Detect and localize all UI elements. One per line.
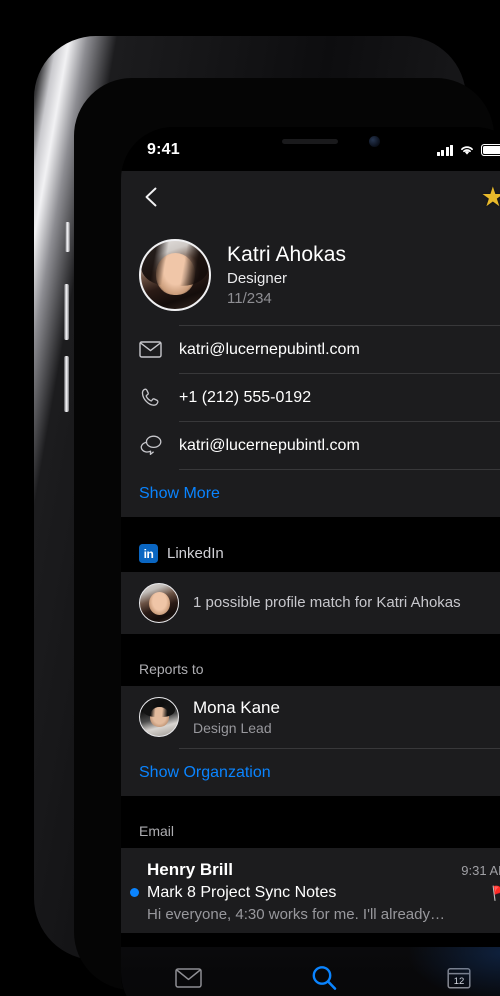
tab-bar: 12 xyxy=(121,947,500,996)
manager-role: Design Lead xyxy=(193,720,272,736)
screenshot-root: 9:41 ★ Katri Ahokas Designer 11/234 katr… xyxy=(0,0,500,996)
navigation-bar: ★ xyxy=(121,171,500,223)
show-more-label: Show More xyxy=(139,484,220,502)
linkedin-match-avatar xyxy=(139,583,179,623)
favorite-star-icon[interactable]: ★ xyxy=(481,183,500,211)
red-flag-icon[interactable]: 🚩 xyxy=(492,885,500,902)
volume-up-button[interactable] xyxy=(64,284,69,340)
linkedin-card: 1 possible profile match for Katri Ahoka… xyxy=(121,572,500,634)
back-button[interactable] xyxy=(139,184,165,210)
unread-dot xyxy=(130,888,139,897)
linkedin-profile-match-row[interactable]: 1 possible profile match for Katri Ahoka… xyxy=(121,572,500,634)
contact-header: Katri Ahokas Designer 11/234 xyxy=(121,223,500,325)
status-bar-indicators xyxy=(436,144,500,156)
reports-to-section-label: Reports to xyxy=(121,648,500,686)
email-subject: Mark 8 Project Sync Notes xyxy=(147,884,337,901)
phone-icon xyxy=(139,387,179,409)
reports-to-card: Mona Kane Design Lead › Show Organzation… xyxy=(121,686,500,796)
envelope-icon xyxy=(139,341,179,358)
front-camera-icon xyxy=(369,136,380,147)
contact-counter: 11/234 xyxy=(227,290,272,307)
email-sender: Henry Brill xyxy=(147,860,233,879)
phone-screen: 9:41 ★ Katri Ahokas Designer 11/234 katr… xyxy=(121,127,500,996)
manager-name: Mona Kane xyxy=(193,698,280,717)
email-section-label: Email xyxy=(121,810,500,848)
magnifier-icon xyxy=(312,966,337,990)
linkedin-section-header: in LinkedIn xyxy=(121,531,500,572)
email-time: 9:31 AM xyxy=(461,863,500,878)
tab-search[interactable] xyxy=(291,959,357,996)
show-organization-button[interactable]: Show Organzation › xyxy=(121,749,500,796)
calendar-icon: 12 xyxy=(447,968,471,989)
phone-frame: 9:41 ★ Katri Ahokas Designer 11/234 katr… xyxy=(34,36,500,996)
email-preview: Hi everyone, 4:30 works for me. I'll alr… xyxy=(147,906,445,923)
show-organization-label: Show Organzation xyxy=(139,763,271,781)
tab-calendar[interactable]: 12 xyxy=(426,959,492,996)
status-bar-time: 9:41 xyxy=(147,141,180,158)
volume-down-button[interactable] xyxy=(64,356,69,412)
section-gap xyxy=(121,517,500,531)
contact-detail-scroll[interactable]: Katri Ahokas Designer 11/234 katri@lucer… xyxy=(121,223,500,996)
phone-bezel: 9:41 ★ Katri Ahokas Designer 11/234 katr… xyxy=(74,78,500,996)
email-card: Henry Brill 9:31 AM Mark 8 Project Sync … xyxy=(121,848,500,933)
manager-avatar xyxy=(139,697,179,737)
contact-info-card: Katri Ahokas Designer 11/234 katri@lucer… xyxy=(121,223,500,517)
email-top-line: Henry Brill 9:31 AM xyxy=(147,860,500,880)
svg-text:12: 12 xyxy=(454,976,465,987)
section-gap xyxy=(121,634,500,648)
notch xyxy=(238,127,410,157)
cellular-bars-icon xyxy=(436,144,453,156)
mute-switch[interactable] xyxy=(65,222,70,252)
email-message-row[interactable]: Henry Brill 9:31 AM Mark 8 Project Sync … xyxy=(121,848,500,933)
contact-email-row[interactable]: katri@lucernepubintl.com xyxy=(121,326,500,373)
contact-meta: Katri Ahokas Designer 11/234 xyxy=(227,243,346,307)
section-gap xyxy=(121,796,500,810)
show-more-button[interactable]: Show More › xyxy=(121,470,500,517)
contact-avatar xyxy=(139,239,211,311)
contact-phone-value: +1 (212) 555-0192 xyxy=(179,388,312,406)
manager-info: Mona Kane Design Lead xyxy=(193,698,280,736)
wifi-icon xyxy=(461,146,473,155)
earpiece-speaker xyxy=(282,139,338,144)
tab-mail[interactable] xyxy=(156,959,222,996)
contact-phone-row[interactable]: +1 (212) 555-0192 xyxy=(121,374,500,421)
email-body: Henry Brill 9:31 AM Mark 8 Project Sync … xyxy=(147,860,500,923)
contact-email-value: katri@lucernepubintl.com xyxy=(179,340,360,358)
contact-chat-value: katri@lucernepubintl.com xyxy=(179,436,360,454)
manager-row[interactable]: Mona Kane Design Lead › xyxy=(121,686,500,748)
contact-name: Katri Ahokas xyxy=(227,243,347,266)
battery-full-icon xyxy=(481,144,500,156)
linkedin-match-text: 1 possible profile match for Katri Ahoka… xyxy=(193,593,461,611)
email-subject-line: Mark 8 Project Sync Notes 🚩 xyxy=(147,884,500,902)
contact-role: Designer xyxy=(227,270,288,287)
linkedin-section-label: LinkedIn xyxy=(167,545,224,562)
linkedin-icon: in xyxy=(139,544,158,563)
contact-chat-row[interactable]: katri@lucernepubintl.com xyxy=(121,422,500,469)
envelope-icon xyxy=(175,968,202,988)
chat-bubbles-icon xyxy=(139,435,179,456)
